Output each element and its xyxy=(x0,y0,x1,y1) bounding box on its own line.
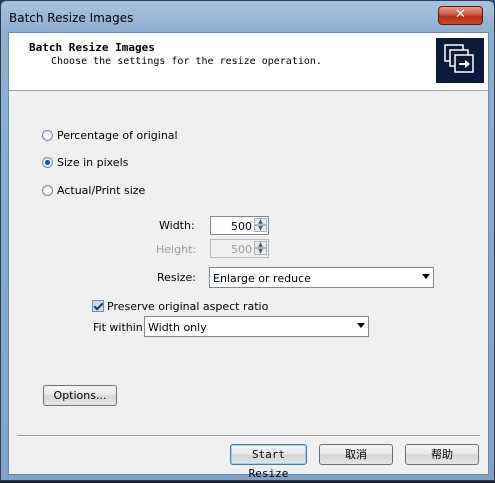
resize-dropdown[interactable]: Enlarge or reduce xyxy=(209,267,434,288)
width-label: Width: xyxy=(159,219,195,232)
close-button[interactable]: ✕ xyxy=(438,6,483,25)
help-button[interactable]: 帮助 xyxy=(405,444,479,465)
radio-percentage-label: Percentage of original xyxy=(57,129,178,142)
height-label: Height: xyxy=(156,243,197,256)
fit-within-dropdown-value: Width only xyxy=(148,321,207,334)
window-title: Batch Resize Images xyxy=(9,11,134,25)
title-bar[interactable]: Batch Resize Images ✕ xyxy=(1,1,494,33)
spin-down-icon: ▼ xyxy=(254,248,267,255)
close-icon: ✕ xyxy=(455,7,466,22)
fit-within-dropdown[interactable]: Width only xyxy=(144,316,369,337)
chevron-down-icon[interactable] xyxy=(422,274,430,279)
fit-within-label: Fit within: xyxy=(93,321,147,334)
width-spinner[interactable]: 500 ▲ ▼ xyxy=(210,216,269,235)
width-spinner-arrows[interactable]: ▲ ▼ xyxy=(254,218,267,233)
chevron-down-icon[interactable] xyxy=(357,323,365,328)
spin-up-icon: ▲ xyxy=(254,241,267,248)
dialog-window: Batch Resize Images ✕ Batch Resize Image… xyxy=(0,0,495,481)
radio-size-in-pixels-label: Size in pixels xyxy=(57,156,129,169)
header-subtitle: Choose the settings for the resize opera… xyxy=(51,56,322,67)
header-title: Batch Resize Images xyxy=(29,41,155,54)
height-spinner: 500 ▲ ▼ xyxy=(210,239,269,258)
preserve-aspect-label: Preserve original aspect ratio xyxy=(107,300,269,313)
spin-down-icon[interactable]: ▼ xyxy=(254,225,267,232)
radio-percentage-button[interactable] xyxy=(42,130,53,141)
spin-up-icon[interactable]: ▲ xyxy=(254,218,267,225)
width-value: 500 xyxy=(231,220,252,233)
footer-divider xyxy=(17,435,480,437)
height-value: 500 xyxy=(231,243,252,256)
radio-actual-print-size-button[interactable] xyxy=(42,185,53,196)
preserve-aspect-checkbox[interactable] xyxy=(92,300,104,312)
start-resize-button[interactable]: Start Resize xyxy=(230,444,307,480)
radio-size-in-pixels[interactable]: Size in pixels xyxy=(42,156,128,169)
wizard-header: Batch Resize Images Choose the settings … xyxy=(9,33,488,91)
radio-percentage[interactable]: Percentage of original xyxy=(42,129,178,142)
radio-actual-print-size[interactable]: Actual/Print size xyxy=(42,184,145,197)
cancel-button[interactable]: 取消 xyxy=(319,444,393,465)
resize-label: Resize: xyxy=(157,271,196,284)
dialog-client-area: Batch Resize Images Choose the settings … xyxy=(8,32,489,480)
batch-resize-icon xyxy=(436,38,484,83)
height-spinner-arrows: ▲ ▼ xyxy=(254,241,267,256)
radio-size-in-pixels-button[interactable] xyxy=(42,157,53,168)
radio-actual-print-size-label: Actual/Print size xyxy=(57,184,146,197)
options-button[interactable]: Options... xyxy=(43,385,117,406)
resize-dropdown-value: Enlarge or reduce xyxy=(213,272,311,285)
